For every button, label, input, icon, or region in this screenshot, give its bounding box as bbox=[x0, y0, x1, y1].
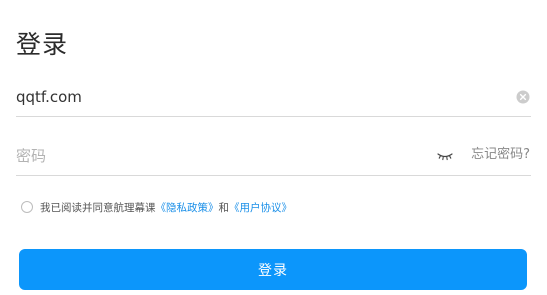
clear-icon[interactable] bbox=[516, 89, 530, 104]
agreement-conjunction: 和 bbox=[218, 201, 230, 214]
eye-closed-icon[interactable] bbox=[436, 148, 454, 162]
agreement-text: 我已阅读并同意航理幕课 bbox=[40, 201, 156, 214]
page-title: 登录 bbox=[16, 29, 69, 59]
password-input[interactable] bbox=[16, 136, 426, 175]
forgot-password-link[interactable]: 忘记密码? bbox=[471, 146, 530, 164]
password-field-row: 忘记密码? bbox=[16, 136, 531, 176]
agreement-checkbox[interactable] bbox=[21, 201, 33, 213]
account-input[interactable] bbox=[16, 77, 506, 116]
user-agreement-link[interactable]: 《用户协议》 bbox=[229, 200, 292, 215]
login-button[interactable]: 登录 bbox=[19, 249, 527, 290]
privacy-policy-link[interactable]: 《隐私政策》 bbox=[156, 200, 219, 215]
account-field-row bbox=[16, 77, 531, 117]
agreement-row: 我已阅读并同意航理幕课 《隐私政策》 和 《用户协议》 bbox=[21, 199, 292, 215]
